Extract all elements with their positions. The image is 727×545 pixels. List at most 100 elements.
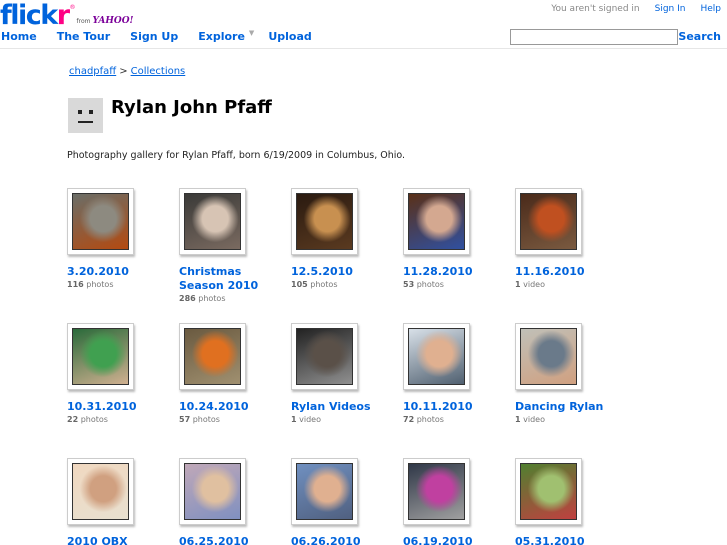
set-photo xyxy=(296,193,353,250)
set-count-number: 57 xyxy=(179,415,191,424)
set-thumbnail[interactable] xyxy=(291,188,358,255)
breadcrumb: chadpfaff > Collections xyxy=(69,66,185,77)
set-count-unit: photos xyxy=(416,415,444,424)
set-title-link[interactable]: 12.5.2010 xyxy=(291,265,401,279)
set-count-unit: photos xyxy=(192,415,220,424)
set-photo xyxy=(408,328,465,385)
set-photo xyxy=(408,193,465,250)
set-count-number: 116 xyxy=(67,280,84,289)
search-input[interactable] xyxy=(510,29,678,45)
set-thumbnail[interactable] xyxy=(403,323,470,390)
set-count: 72 photos xyxy=(403,415,444,424)
set-thumbnail[interactable] xyxy=(67,188,134,255)
set-count-number: 1 xyxy=(515,280,521,289)
yahoo-logo: YAHOO! xyxy=(92,16,134,26)
set-photo xyxy=(520,463,577,520)
avatar-mouth xyxy=(78,121,93,123)
search-button[interactable]: Search xyxy=(678,30,721,43)
set-title-link[interactable]: 10.11.2010 xyxy=(403,400,513,414)
set-title-link[interactable]: 06.25.2010 xyxy=(179,535,289,545)
set-title-link[interactable]: 2010 OBX xyxy=(67,535,177,545)
nav-explore[interactable]: Explore xyxy=(198,30,245,43)
set-count-unit: photos xyxy=(86,280,114,289)
nav-sign-up[interactable]: Sign Up xyxy=(130,30,178,43)
set-photo xyxy=(72,193,129,250)
set-count-unit: photos xyxy=(416,280,444,289)
set-thumbnail[interactable] xyxy=(291,323,358,390)
nav-the-tour[interactable]: The Tour xyxy=(57,30,110,43)
set-count-unit: video xyxy=(523,415,545,424)
set-thumbnail[interactable] xyxy=(67,323,134,390)
set-count-unit: photos xyxy=(310,280,338,289)
nav-home[interactable]: Home xyxy=(1,30,37,43)
set-count: 57 photos xyxy=(179,415,220,424)
avatar-eye xyxy=(78,110,82,114)
set-title-link[interactable]: 10.24.2010 xyxy=(179,400,289,414)
set-photo xyxy=(72,463,129,520)
set-thumbnail[interactable] xyxy=(403,188,470,255)
set-photo xyxy=(184,463,241,520)
set-count: 116 photos xyxy=(67,280,114,289)
set-thumbnail[interactable] xyxy=(179,188,246,255)
set-title-link[interactable]: 11.28.2010 xyxy=(403,265,513,279)
set-count-unit: video xyxy=(523,280,545,289)
set-photo xyxy=(184,193,241,250)
set-thumbnail[interactable] xyxy=(515,458,582,525)
set-count-unit: photos xyxy=(80,415,108,424)
breadcrumb-user-link[interactable]: chadpfaff xyxy=(69,66,116,77)
set-title-link[interactable]: Christmas Season 2010 xyxy=(179,265,289,293)
set-thumbnail[interactable] xyxy=(179,323,246,390)
logo-from-text: from xyxy=(76,18,91,25)
flickr-logo[interactable]: flickr ® from YAHOO! xyxy=(0,1,133,29)
set-count-unit: video xyxy=(299,415,321,424)
set-count-unit: photos xyxy=(198,294,226,303)
main-nav: Home The Tour Sign Up Explore ▼ Upload xyxy=(1,29,332,43)
set-title-link[interactable]: Rylan Videos xyxy=(291,400,401,414)
set-count-number: 105 xyxy=(291,280,308,289)
nav-upload[interactable]: Upload xyxy=(268,30,311,43)
set-count-number: 1 xyxy=(515,415,521,424)
set-photo xyxy=(520,328,577,385)
set-photo xyxy=(184,328,241,385)
set-title-link[interactable]: Dancing Rylan xyxy=(515,400,625,414)
logo-wordmark: flickr xyxy=(0,0,70,31)
sign-in-link[interactable]: Sign In xyxy=(655,4,686,14)
breadcrumb-collections-link[interactable]: Collections xyxy=(131,66,186,77)
set-title-link[interactable]: 3.20.2010 xyxy=(67,265,177,279)
sign-in-status: You aren't signed in xyxy=(551,4,640,14)
chevron-down-icon[interactable]: ▼ xyxy=(249,29,254,42)
set-count-number: 286 xyxy=(179,294,196,303)
avatar-eye xyxy=(89,110,93,114)
breadcrumb-separator: > xyxy=(119,66,128,77)
set-count: 105 photos xyxy=(291,280,338,289)
set-count: 1 video xyxy=(291,415,321,424)
set-thumbnail[interactable] xyxy=(291,458,358,525)
set-count-number: 1 xyxy=(291,415,297,424)
set-count: 22 photos xyxy=(67,415,108,424)
set-title-link[interactable]: 06.26.2010 xyxy=(291,535,401,545)
set-count-number: 53 xyxy=(403,280,415,289)
page-title: Rylan John Pfaff xyxy=(111,97,272,118)
collection-description: Photography gallery for Rylan Pfaff, bor… xyxy=(67,150,406,161)
set-title-link[interactable]: 10.31.2010 xyxy=(67,400,177,414)
set-count-number: 22 xyxy=(67,415,79,424)
registered-icon: ® xyxy=(69,4,76,11)
set-title-link[interactable]: 11.16.2010 xyxy=(515,265,625,279)
set-count: 53 photos xyxy=(403,280,444,289)
header-divider xyxy=(0,48,727,49)
help-link[interactable]: Help xyxy=(700,4,721,14)
set-thumbnail[interactable] xyxy=(515,188,582,255)
collection-avatar-icon xyxy=(68,98,103,133)
set-thumbnail[interactable] xyxy=(403,458,470,525)
set-photo xyxy=(296,328,353,385)
set-photo xyxy=(72,328,129,385)
set-count: 286 photos xyxy=(179,294,226,303)
set-thumbnail[interactable] xyxy=(67,458,134,525)
set-title-link[interactable]: 05.31.2010 xyxy=(515,535,625,545)
set-thumbnail[interactable] xyxy=(515,323,582,390)
account-links: You aren't signed in Sign In Help xyxy=(551,4,721,14)
set-thumbnail[interactable] xyxy=(179,458,246,525)
logo-text-r: r xyxy=(56,0,70,31)
set-photo xyxy=(520,193,577,250)
set-title-link[interactable]: 06.19.2010 xyxy=(403,535,513,545)
